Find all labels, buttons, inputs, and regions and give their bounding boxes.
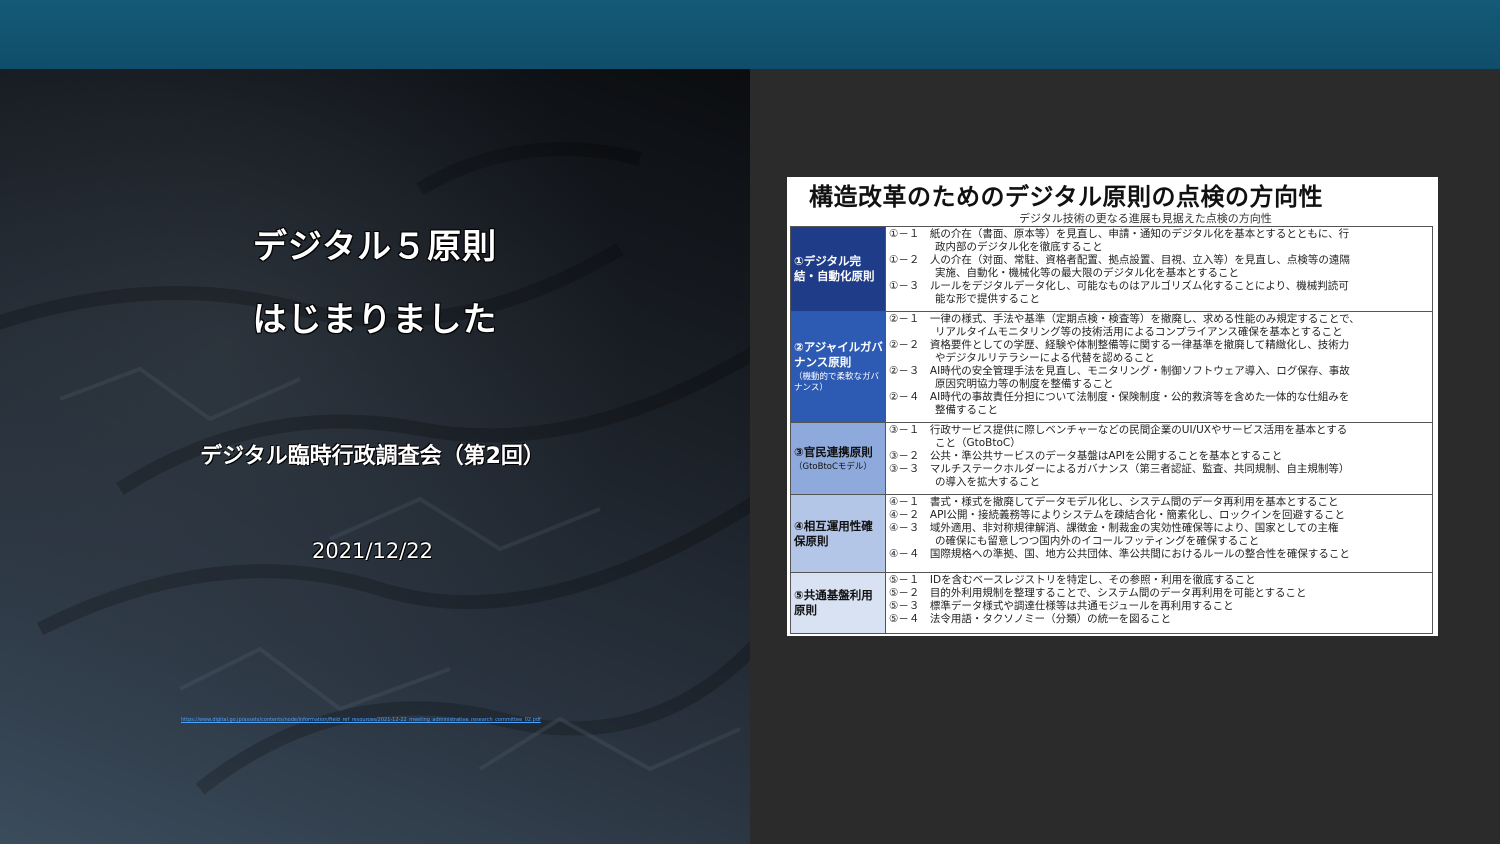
principle-item: ③－２ 公共・準公共サービスのデータ基盤はAPIを公開することを基本とすること [889,450,1283,462]
principle-item: ⑤－３ 標準データ様式や調達仕様等は共通モジュールを再利用すること [889,600,1234,612]
document-subtitle: デジタル技術の更なる進展も見据えた点検の方向性 [1019,212,1272,225]
principle-heading-cell: ①デジタル完結・自動化原則 [791,227,886,311]
principle-item: ④－４ 国際規格への準拠、国、地方公共団体、準公共間におけるルールの整合性を確保… [889,548,1350,560]
principle-items: ④－１ 書式・様式を撤廃してデータモデル化し、システム間のデータ再利用を基本とす… [889,496,1430,561]
principle-heading-cell: ②アジャイルガバナンス原則 （機動的で柔軟なガバナンス） [791,312,886,422]
principle-heading: ①デジタル完結・自動化原則 [794,254,875,283]
slide-title-line-1: デジタル５原則 [252,227,498,267]
principle-heading: ④相互運用性確保原則 [794,518,873,548]
principles-table: ①デジタル完結・自動化原則 ①－１ 紙の介在（書面、原本等）を見直し、申請・通知… [790,226,1433,634]
source-link[interactable]: https://www.digital.go.jp/assets/content… [181,717,561,723]
slide-subtitle: デジタル臨時行政調査会（第2回） [200,444,545,469]
principle-note: （GtoBtoCモデル） [794,461,872,472]
principle-heading: ③官民連携原則 [794,444,873,459]
principle-row: ③官民連携原則 （GtoBtoCモデル） ③－１ 行政サービス提供に際しベンチャ… [791,423,1432,495]
principle-heading: ⑤共通基盤利用原則 [794,588,873,617]
principle-item: ②－３ AI時代の安全管理手法を見直し、モニタリング・制御ソフトウェア導入、ログ… [889,365,1350,390]
principle-item: ⑤－２ 目的外利用規制を整理することで、システム間のデータ再利用を可能とすること [889,587,1307,599]
principle-item: ⑤－１ IDを含むベースレジストリを特定し、その参照・利用を徹底すること [889,574,1256,586]
principle-heading-cell: ③官民連携原則 （GtoBtoCモデル） [791,423,886,494]
principle-item: ①－３ ルールをデジタルデータ化し、可能なものはアルゴリズム化することにより、機… [889,280,1349,305]
principle-note: （機動的で柔軟なガバナンス） [794,372,880,393]
principle-row: ①デジタル完結・自動化原則 ①－１ 紙の介在（書面、原本等）を見直し、申請・通知… [791,227,1432,312]
principle-item: ④－１ 書式・様式を撤廃してデータモデル化し、システム間のデータ再利用を基本とす… [889,496,1339,508]
principle-items: ⑤－１ IDを含むベースレジストリを特定し、その参照・利用を徹底すること ⑤－２… [889,574,1430,626]
principle-item: ②－４ AI時代の事故責任分担について法制度・保険制度・公的救済等を含めた一体的… [889,391,1350,416]
principle-item: ②－２ 資格要件としての学歴、経験や体制整備等に関する一律基準を撤廃して精緻化し… [889,339,1350,364]
principle-items: ①－１ 紙の介在（書面、原本等）を見直し、申請・通知のデジタル化を基本とするとと… [889,228,1430,306]
principle-item: ④－２ API公開・接続義務等によりシステムを疎結合化・簡素化し、ロックインを回… [889,509,1345,521]
principle-item: ③－１ 行政サービス提供に際しベンチャーなどの民間企業のUI/UXやサービス活用… [889,424,1348,449]
principle-item: ④－３ 域外適用、非対称規律解消、課徴金・制裁金の実効性確保等により、国家として… [889,522,1339,547]
principle-item: ③－３ マルチステークホルダーによるガバナンス（第三者認証、監査、共同規制、自主… [889,463,1350,488]
principle-item: ①－１ 紙の介在（書面、原本等）を見直し、申請・通知のデジタル化を基本とするとと… [889,228,1350,253]
principle-heading-cell: ④相互運用性確保原則 [791,495,886,572]
header-bar [0,0,1500,69]
principle-row: ⑤共通基盤利用原則 ⑤－１ IDを含むベースレジストリを特定し、その参照・利用を… [791,573,1432,633]
principle-item: ⑤－４ 法令用語・タクソノミー（分類）の統一を図ること [889,613,1172,625]
principle-heading: ②アジャイルガバナンス原則 [794,340,883,369]
principles-document-image: 構造改革のためのデジタル原則の点検の方向性 デジタル技術の更なる進展も見据えた点… [787,177,1438,636]
slide-date: 2021/12/22 [311,539,434,563]
mountain-background: デジタル５原則 はじまりました デジタル臨時行政調査会（第2回） 2021/12… [0,69,750,844]
principle-row: ②アジャイルガバナンス原則 （機動的で柔軟なガバナンス） ②－１ 一律の様式、手… [791,312,1432,423]
principle-items: ③－１ 行政サービス提供に際しベンチャーなどの民間企業のUI/UXやサービス活用… [889,424,1430,489]
principle-item: ②－１ 一律の様式、手法や基準（定期点検・検査等）を撤廃し、求める性能のみ規定す… [889,313,1360,338]
principle-item: ①－２ 人の介在（対面、常駐、資格者配置、拠点設置、目視、立入等）を見直し、点検… [889,254,1350,279]
principle-row: ④相互運用性確保原則 ④－１ 書式・様式を撤廃してデータモデル化し、システム間の… [791,495,1432,573]
principle-heading-cell: ⑤共通基盤利用原則 [791,573,886,633]
principle-items: ②－１ 一律の様式、手法や基準（定期点検・検査等）を撤廃し、求める性能のみ規定す… [889,313,1430,417]
slide-title-line-2: はじまりました [252,300,498,340]
document-title: 構造改革のためのデジタル原則の点検の方向性 [809,183,1324,211]
